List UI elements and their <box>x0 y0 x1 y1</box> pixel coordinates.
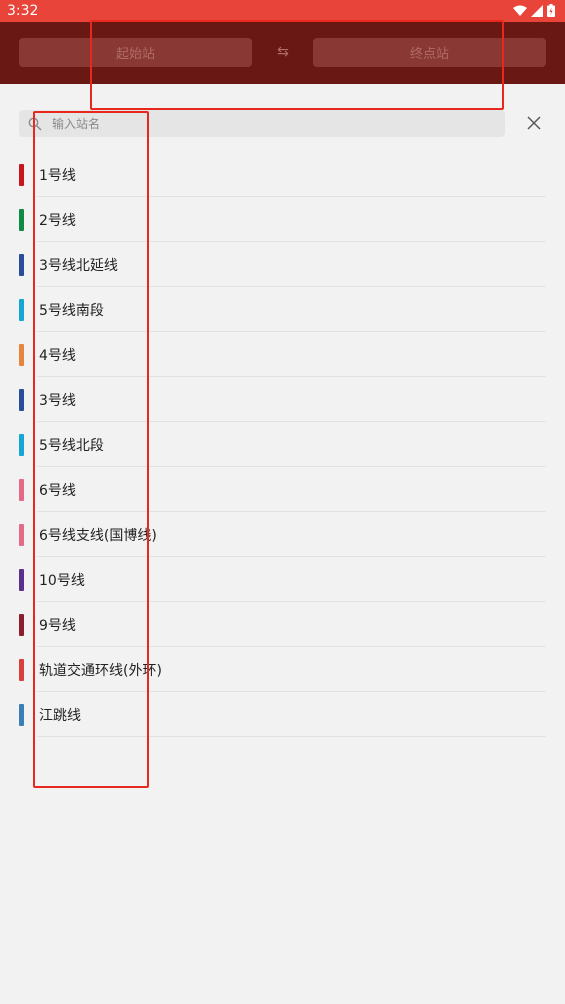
line-color-bar <box>19 523 24 546</box>
line-label: 轨道交通环线(外环) <box>39 662 162 679</box>
line-list-item[interactable]: 5号线北段 <box>19 422 546 467</box>
status-bar: 3:32 <box>0 0 565 22</box>
close-icon[interactable] <box>526 115 542 131</box>
line-list-item[interactable]: 9号线 <box>19 602 546 647</box>
line-color-bar <box>19 208 24 231</box>
line-color-bar <box>19 343 24 366</box>
line-label: 2号线 <box>39 212 76 229</box>
line-list-item[interactable]: 10号线 <box>19 557 546 602</box>
line-picker-sheet: 1号线 2号线 3号线北延线 5号线南段 4号线 3号线 5号线北段 6号线 6号线支线(国博线… <box>0 84 565 1004</box>
line-list-item[interactable]: 1号线 <box>19 152 546 197</box>
line-color-bar <box>19 478 24 501</box>
route-header: 起始站 ⇆ 终点站 <box>0 22 565 84</box>
line-color-bar <box>19 658 24 681</box>
line-label: 6号线 <box>39 482 76 499</box>
line-label: 5号线南段 <box>39 302 104 319</box>
line-list-item[interactable]: 3号线 <box>19 377 546 422</box>
line-list-item[interactable]: 5号线南段 <box>19 287 546 332</box>
line-list-item[interactable]: 3号线北延线 <box>19 242 546 287</box>
line-label: 1号线 <box>39 167 76 184</box>
line-list-item[interactable]: 4号线 <box>19 332 546 377</box>
line-label: 5号线北段 <box>39 437 104 454</box>
line-color-bar <box>19 613 24 636</box>
line-color-bar <box>19 568 24 591</box>
line-list-item[interactable]: 6号线 <box>19 467 546 512</box>
line-color-bar <box>19 298 24 321</box>
battery-icon <box>547 4 555 17</box>
line-label: 3号线 <box>39 392 76 409</box>
metro-line-list: 1号线 2号线 3号线北延线 5号线南段 4号线 3号线 5号线北段 6号线 6号线支线(国博线… <box>19 152 546 737</box>
search-box[interactable] <box>19 110 505 137</box>
line-color-bar <box>19 253 24 276</box>
line-list-item[interactable]: 6号线支线(国博线) <box>19 512 546 557</box>
signal-icon <box>531 4 543 17</box>
end-station-button[interactable]: 终点站 <box>313 38 546 67</box>
line-label: 江跳线 <box>39 707 81 724</box>
swap-arrows-icon[interactable]: ⇆ <box>274 44 292 60</box>
start-station-button[interactable]: 起始站 <box>19 38 252 67</box>
search-icon <box>28 117 42 130</box>
station-search-input[interactable] <box>52 116 472 131</box>
line-list-item[interactable]: 江跳线 <box>19 692 546 737</box>
line-list-item[interactable]: 轨道交通环线(外环) <box>19 647 546 692</box>
line-color-bar <box>19 703 24 726</box>
line-label: 4号线 <box>39 347 76 364</box>
status-icons <box>513 4 555 17</box>
line-label: 10号线 <box>39 572 85 589</box>
line-label: 6号线支线(国博线) <box>39 527 157 544</box>
line-color-bar <box>19 163 24 186</box>
line-label: 9号线 <box>39 617 76 634</box>
status-time: 3:32 <box>7 3 39 19</box>
wifi-icon <box>513 5 527 16</box>
line-label: 3号线北延线 <box>39 257 118 274</box>
line-list-item[interactable]: 2号线 <box>19 197 546 242</box>
line-color-bar <box>19 388 24 411</box>
line-color-bar <box>19 433 24 456</box>
